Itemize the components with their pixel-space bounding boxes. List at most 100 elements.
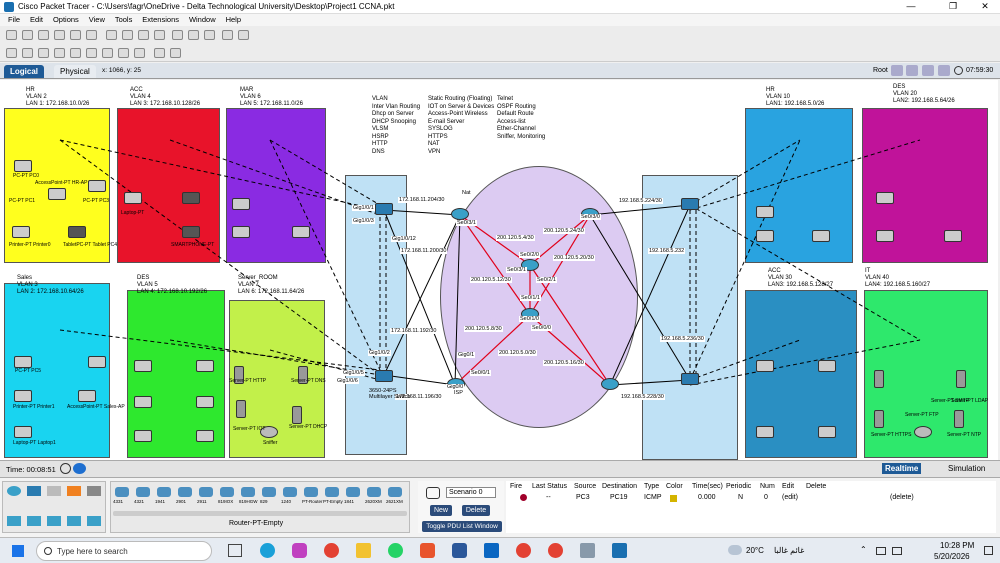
file-explorer-icon[interactable]	[356, 543, 371, 558]
task-view-icon[interactable]	[228, 544, 242, 557]
menu-view[interactable]: View	[89, 14, 105, 26]
tablet-device[interactable]	[182, 192, 200, 204]
pc-device[interactable]	[88, 356, 106, 368]
device-model-item[interactable]: 1841	[344, 486, 362, 508]
resize-icon[interactable]	[54, 48, 65, 58]
server-device[interactable]	[236, 400, 246, 418]
draw-freeform-icon[interactable]	[134, 48, 145, 58]
draw-rect-icon[interactable]	[102, 48, 113, 58]
chrome-icon[interactable]	[548, 543, 563, 558]
device-model-item[interactable]: 2911	[197, 486, 215, 508]
pc-device[interactable]	[134, 360, 152, 372]
laptop-device[interactable]	[124, 192, 142, 204]
simple-pdu-icon[interactable]	[154, 48, 165, 58]
menu-options[interactable]: Options	[53, 14, 79, 26]
fit-icon[interactable]	[938, 65, 950, 76]
delete-scenario-button[interactable]: Delete	[462, 505, 490, 516]
maximize-icon[interactable]: ❐	[940, 1, 966, 12]
end-devices-category-icon[interactable]	[87, 486, 101, 496]
laptop-device[interactable]	[134, 430, 152, 442]
zoom-in-icon[interactable]	[172, 30, 183, 40]
router-right-bottom[interactable]	[601, 378, 619, 390]
viewport-icon[interactable]	[906, 65, 918, 76]
linkedin-icon[interactable]	[484, 543, 499, 558]
hubs-category-icon[interactable]	[47, 486, 61, 496]
tab-logical[interactable]: Logical	[4, 65, 45, 78]
model-scrollbar[interactable]	[113, 511, 407, 516]
access-point[interactable]	[48, 188, 66, 200]
device-model-item[interactable]: 1941	[155, 486, 173, 508]
weather-temp[interactable]: 20°C	[746, 546, 764, 555]
notification-icon[interactable]	[984, 546, 993, 555]
tab-physical[interactable]: Physical	[54, 65, 96, 78]
save-icon[interactable]	[38, 30, 49, 40]
pc-device[interactable]	[756, 206, 774, 218]
device-model-item[interactable]: PT-Router	[302, 486, 323, 508]
draw-line-icon[interactable]	[86, 48, 97, 58]
redo-icon[interactable]	[154, 30, 165, 40]
chrome-icon[interactable]	[516, 543, 531, 558]
note-icon[interactable]	[70, 48, 81, 58]
palette-icon[interactable]	[222, 30, 233, 40]
copilot-icon[interactable]	[292, 543, 307, 558]
printer-device[interactable]	[12, 226, 30, 238]
device-model-item[interactable]: 819HGW	[239, 486, 258, 508]
server-device[interactable]	[292, 406, 302, 424]
device-model-item[interactable]: 1240	[281, 486, 299, 508]
multilayer-switch-right-top[interactable]	[681, 198, 699, 210]
pc-device[interactable]	[14, 160, 32, 172]
volume-icon[interactable]	[892, 547, 902, 555]
office-icon[interactable]	[420, 543, 435, 558]
router-type-selected-icon[interactable]	[7, 516, 21, 526]
realtime-mode[interactable]: Realtime	[882, 463, 922, 474]
toggle-pdu-list-button[interactable]: Toggle PDU List Window	[422, 521, 502, 532]
paste-icon[interactable]	[122, 30, 133, 40]
chevron-up-icon[interactable]: ⌃	[860, 545, 867, 554]
scenario-select[interactable]: Scenario 0	[446, 487, 496, 498]
printer-device[interactable]	[134, 396, 152, 408]
device-model-item[interactable]: 2620XM	[365, 486, 383, 508]
menu-tools[interactable]: Tools	[115, 14, 133, 26]
multilayer-switch-left-bottom[interactable]	[375, 370, 393, 382]
windows-start-icon[interactable]	[12, 545, 24, 557]
router-type-icon[interactable]	[47, 516, 61, 526]
device-model-item[interactable]: 4321	[134, 486, 152, 508]
laptop-device[interactable]	[292, 226, 310, 238]
chrome-icon[interactable]	[324, 543, 339, 558]
custom-device-icon[interactable]	[238, 30, 249, 40]
logical-workspace[interactable]: HR VLAN 2 LAN 1: 172.168.10.0/26 ACC VLAN 4…	[0, 80, 998, 460]
navigation-icon[interactable]	[922, 65, 934, 76]
menu-file[interactable]: File	[8, 14, 20, 26]
open-file-icon[interactable]	[22, 30, 33, 40]
pc-device[interactable]	[812, 230, 830, 242]
device-model-item[interactable]: 819IOX	[218, 486, 236, 508]
packet-tracer-icon[interactable]	[612, 543, 627, 558]
taskbar-time[interactable]: 10:28 PM	[940, 541, 974, 550]
server-device[interactable]	[954, 410, 964, 428]
laptop-device[interactable]	[14, 426, 32, 438]
device-model-item[interactable]: 2621XM	[386, 486, 404, 508]
new-scenario-button[interactable]: New	[430, 505, 452, 516]
select-icon[interactable]	[6, 48, 17, 58]
zoom-reset-icon[interactable]	[188, 30, 199, 40]
access-point[interactable]	[78, 390, 96, 402]
weather-text[interactable]: غائم غالبا	[774, 546, 804, 555]
inspect-icon[interactable]	[22, 48, 33, 58]
switches-category-icon[interactable]	[27, 486, 41, 496]
pc-device[interactable]	[818, 426, 836, 438]
connections-category-icon[interactable]	[67, 486, 81, 496]
server-device[interactable]	[956, 370, 966, 388]
printer-device[interactable]	[876, 230, 894, 242]
fast-forward-icon[interactable]	[73, 463, 86, 474]
wizard-icon[interactable]	[86, 30, 97, 40]
menu-window[interactable]: Window	[189, 14, 216, 26]
draw-ellipse-icon[interactable]	[118, 48, 129, 58]
fire-icon[interactable]	[520, 494, 527, 501]
taskbar-search[interactable]: Type here to search	[36, 541, 212, 561]
router-type-icon[interactable]	[27, 516, 41, 526]
delete-tool-icon[interactable]	[38, 48, 49, 58]
undo-icon[interactable]	[138, 30, 149, 40]
router-nat[interactable]	[451, 208, 469, 220]
pc-device[interactable]	[196, 360, 214, 372]
laptop-device[interactable]	[196, 430, 214, 442]
